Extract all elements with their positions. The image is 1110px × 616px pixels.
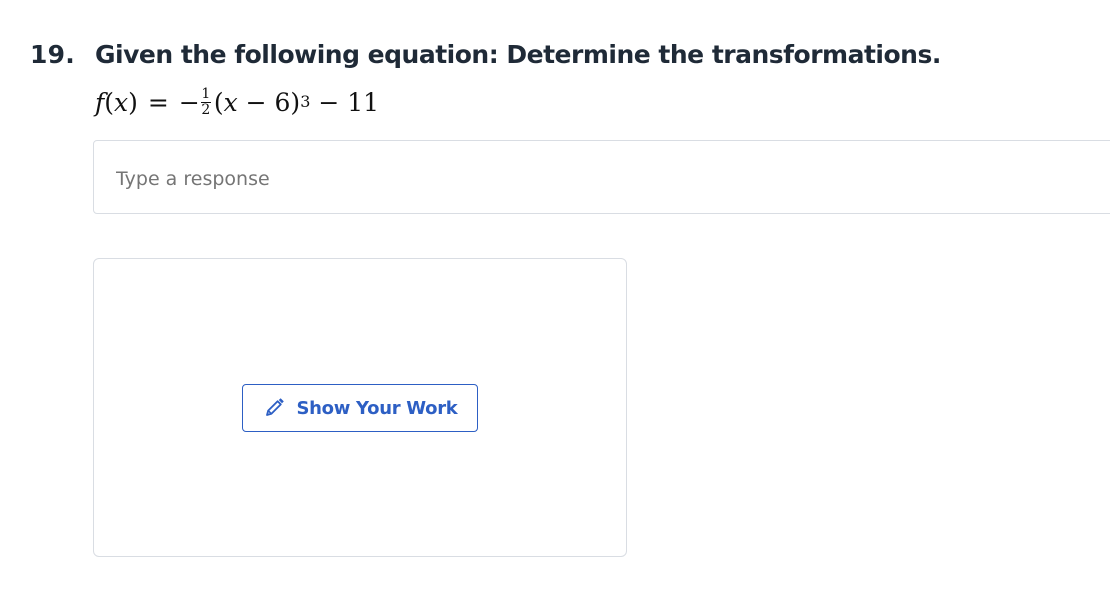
equation-paren-close: ) [128,87,138,117]
question-number: 19. [30,40,75,69]
equation-variable: x [114,87,129,117]
response-input[interactable] [116,167,1016,191]
fraction-denominator: 2 [201,101,211,118]
equation-base-rest: − 6) [237,87,301,117]
equation-base-variable: x [223,87,238,117]
pencil-icon [263,397,285,419]
equation-function: f [95,87,105,117]
question-text: Given the following equation: Determine … [95,40,941,69]
show-your-work-button[interactable]: Show Your Work [242,384,478,432]
equation-base-paren: ( [213,87,224,117]
equation-sign: − [178,87,200,117]
equation-tail: − 11 [310,87,380,117]
equation-fraction: 1 2 [200,85,211,118]
equation: f ( x ) = − 1 2 ( x − 6) 3 − 11 [95,85,380,118]
equation-equals: = [147,87,169,117]
equation-paren-open: ( [104,87,115,117]
show-your-work-label: Show Your Work [296,397,458,419]
fraction-numerator: 1 [201,85,211,102]
